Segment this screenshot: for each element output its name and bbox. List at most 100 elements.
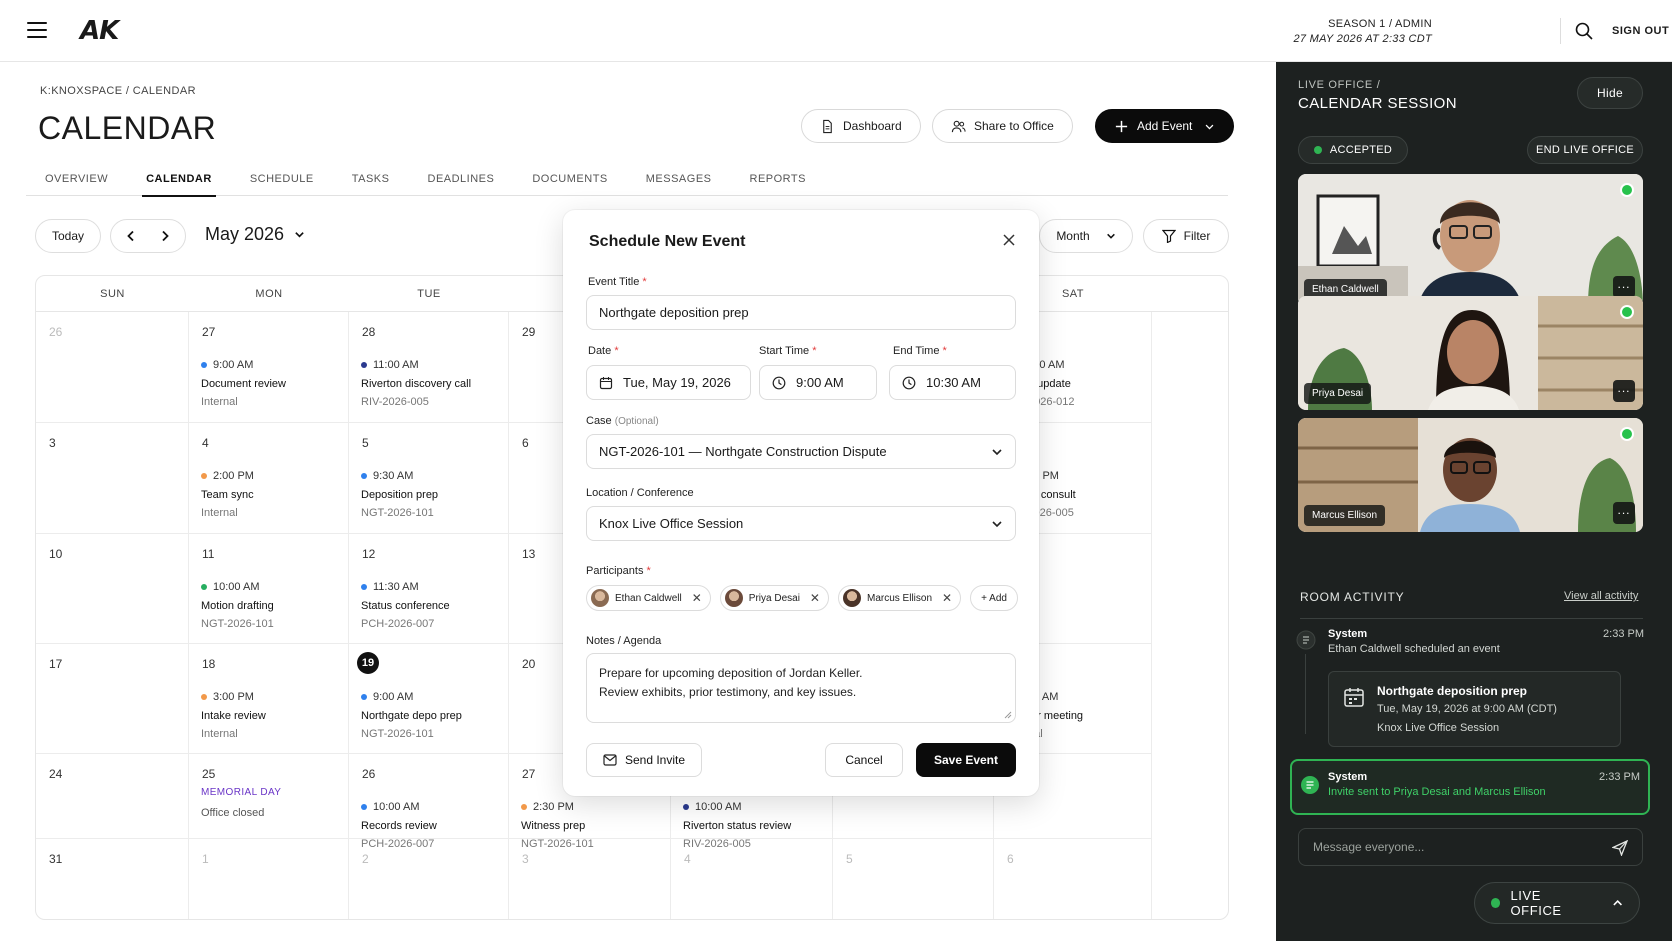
day-number: 13 bbox=[522, 547, 536, 561]
chevron-left-icon[interactable] bbox=[125, 230, 137, 242]
day-cell[interactable]: 5 bbox=[833, 839, 994, 919]
hide-button[interactable]: Hide bbox=[1577, 77, 1643, 109]
send-invite-button[interactable]: Send Invite bbox=[586, 743, 702, 777]
more-options-icon[interactable]: ... bbox=[1613, 276, 1635, 298]
calendar-event[interactable]: 9:00 AM Northgate depo prep NGT-2026-101 bbox=[361, 688, 462, 743]
add-participant-button[interactable]: + Add bbox=[970, 585, 1018, 611]
calendar-event[interactable]: 11:00 AM Riverton discovery call RIV-2026-… bbox=[361, 356, 471, 411]
tab-deadlines[interactable]: DEADLINES bbox=[409, 170, 514, 196]
event-title-input[interactable]: Northgate deposition prep bbox=[586, 295, 1016, 330]
send-icon[interactable] bbox=[1612, 840, 1628, 856]
event-dot-icon bbox=[201, 694, 207, 700]
today-button[interactable]: Today bbox=[35, 219, 101, 253]
end-time-field[interactable]: 10:30 AM bbox=[889, 365, 1016, 400]
video-tile[interactable]: Priya Desai ... bbox=[1298, 296, 1643, 410]
video-tile[interactable]: Marcus Ellison ... bbox=[1298, 418, 1643, 532]
holiday-note: Office closed bbox=[201, 807, 265, 819]
save-event-button[interactable]: Save Event bbox=[916, 743, 1016, 777]
day-cell[interactable]: 24 bbox=[36, 754, 189, 839]
day-cell[interactable]: 6 bbox=[994, 839, 1152, 919]
day-cell[interactable]: 27 9:00 AM Document review Internal bbox=[189, 312, 349, 423]
chevron-right-icon[interactable] bbox=[159, 230, 171, 242]
calendar-event[interactable]: 10:00 AM Motion drafting NGT-2026-101 bbox=[201, 578, 274, 633]
search-icon[interactable] bbox=[1574, 21, 1594, 41]
tab-overview[interactable]: OVERVIEW bbox=[26, 170, 127, 196]
remove-icon[interactable]: ✕ bbox=[692, 591, 702, 605]
day-cell[interactable]: 31 bbox=[36, 839, 189, 919]
add-event-label: Add Event bbox=[1137, 119, 1193, 133]
calendar-event[interactable]: 9:00 AM Document review Internal bbox=[201, 356, 286, 411]
day-cell[interactable]: 26 bbox=[36, 312, 189, 423]
calendar-icon bbox=[599, 376, 613, 389]
live-office-toggle[interactable]: LIVE OFFICE bbox=[1474, 882, 1640, 924]
avatar bbox=[591, 589, 609, 607]
case-select[interactable]: NGT-2026-101 — Northgate Construction Di… bbox=[586, 434, 1016, 469]
more-options-icon[interactable]: ... bbox=[1613, 502, 1635, 524]
day-cell[interactable]: 17 bbox=[36, 644, 189, 754]
tab-schedule[interactable]: SCHEDULE bbox=[231, 170, 333, 196]
view-select[interactable]: Month bbox=[1039, 219, 1133, 253]
calendar-event[interactable]: 3:00 PM Intake review Internal bbox=[201, 688, 266, 743]
day-cell[interactable]: 10 bbox=[36, 534, 189, 644]
case-value: NGT-2026-101 — Northgate Construction Di… bbox=[599, 444, 887, 459]
day-cell[interactable]: 1 bbox=[189, 839, 349, 919]
start-time-field[interactable]: 9:00 AM bbox=[759, 365, 877, 400]
day-number: 2 bbox=[362, 852, 369, 866]
day-number: 6 bbox=[522, 436, 529, 450]
chevron-down-icon bbox=[295, 232, 304, 238]
date-field[interactable]: Tue, May 19, 2026 bbox=[586, 365, 751, 400]
calendar-event[interactable]: 11:30 AM Status conference PCH-2026-007 bbox=[361, 578, 450, 633]
filter-button[interactable]: Filter bbox=[1143, 219, 1229, 253]
event-card[interactable]: Northgate deposition prep Tue, May 19, 2… bbox=[1328, 671, 1621, 747]
day-cell[interactable]: 12 11:30 AM Status conference PCH-2026-007 bbox=[349, 534, 509, 644]
tab-tasks[interactable]: TASKS bbox=[333, 170, 409, 196]
notes-textarea[interactable]: Prepare for upcoming deposition of Jorda… bbox=[586, 653, 1016, 723]
message-input[interactable]: Message everyone... bbox=[1298, 828, 1643, 866]
remove-icon[interactable]: ✕ bbox=[942, 591, 952, 605]
end-live-office-button[interactable]: END LIVE OFFICE bbox=[1527, 136, 1643, 164]
day-cell[interactable]: 3 bbox=[36, 423, 189, 534]
day-cell[interactable]: 2 bbox=[349, 839, 509, 919]
tab-reports[interactable]: REPORTS bbox=[731, 170, 825, 196]
dashboard-button[interactable]: Dashboard bbox=[801, 109, 921, 143]
panel-title: CALENDAR SESSION bbox=[1298, 95, 1457, 112]
add-event-button[interactable]: Add Event bbox=[1095, 109, 1235, 143]
end-time-value: 10:30 AM bbox=[926, 375, 981, 390]
participant-chip: Priya Desai ✕ bbox=[719, 585, 829, 611]
day-cell[interactable]: 4 bbox=[671, 839, 833, 919]
day-cell[interactable]: 18 3:00 PM Intake review Internal bbox=[189, 644, 349, 754]
day-cell[interactable]: 11 10:00 AM Motion drafting NGT-2026-101 bbox=[189, 534, 349, 644]
day-cell[interactable]: 4 2:00 PM Team sync Internal bbox=[189, 423, 349, 534]
schedule-event-dialog: Schedule New Event Event Title * Northga… bbox=[563, 210, 1039, 796]
tab-calendar[interactable]: CALENDAR bbox=[127, 170, 231, 197]
event-case: Internal bbox=[201, 507, 238, 519]
tab-messages[interactable]: MESSAGES bbox=[627, 170, 731, 196]
event-time: 9:00 AM bbox=[213, 359, 254, 371]
menu-icon[interactable] bbox=[27, 22, 47, 38]
close-icon[interactable] bbox=[1001, 232, 1017, 248]
day-cell[interactable]: 25 MEMORIAL DAY Office closed bbox=[189, 754, 349, 839]
month-picker[interactable]: May 2026 bbox=[205, 224, 305, 245]
cancel-button[interactable]: Cancel bbox=[825, 743, 903, 777]
app-logo[interactable]: AK bbox=[80, 16, 119, 46]
view-all-activity-link[interactable]: View all activity bbox=[1564, 590, 1638, 602]
sign-out-link[interactable]: SIGN OUT bbox=[1612, 25, 1669, 37]
day-number: 18 bbox=[202, 657, 216, 671]
location-select[interactable]: Knox Live Office Session bbox=[586, 506, 1016, 541]
day-cell[interactable]: 5 9:30 AM Deposition prep NGT-2026-101 bbox=[349, 423, 509, 534]
system-icon bbox=[1296, 630, 1316, 650]
resize-handle-icon[interactable] bbox=[1004, 711, 1012, 719]
tab-documents[interactable]: DOCUMENTS bbox=[513, 170, 626, 196]
event-time: 10:00 AM bbox=[695, 801, 742, 813]
day-cell[interactable]: 3 bbox=[509, 839, 671, 919]
day-cell[interactable]: 26 10:00 AM Records review PCH-2026-007 bbox=[349, 754, 509, 850]
video-tile[interactable]: Ethan Caldwell ... bbox=[1298, 174, 1643, 306]
calendar-event[interactable]: 2:00 PM Team sync Internal bbox=[201, 467, 254, 522]
remove-icon[interactable]: ✕ bbox=[810, 591, 820, 605]
day-cell[interactable]: 28 11:00 AM Riverton discovery call RIV-202… bbox=[349, 312, 509, 423]
day-cell[interactable]: 19 9:00 AM Northgate depo prep NGT-2026-101 bbox=[349, 644, 509, 754]
day-number: 3 bbox=[49, 436, 56, 450]
share-to-office-button[interactable]: Share to Office bbox=[932, 109, 1073, 143]
calendar-event[interactable]: 9:30 AM Deposition prep NGT-2026-101 bbox=[361, 467, 438, 522]
more-options-icon[interactable]: ... bbox=[1613, 380, 1635, 402]
